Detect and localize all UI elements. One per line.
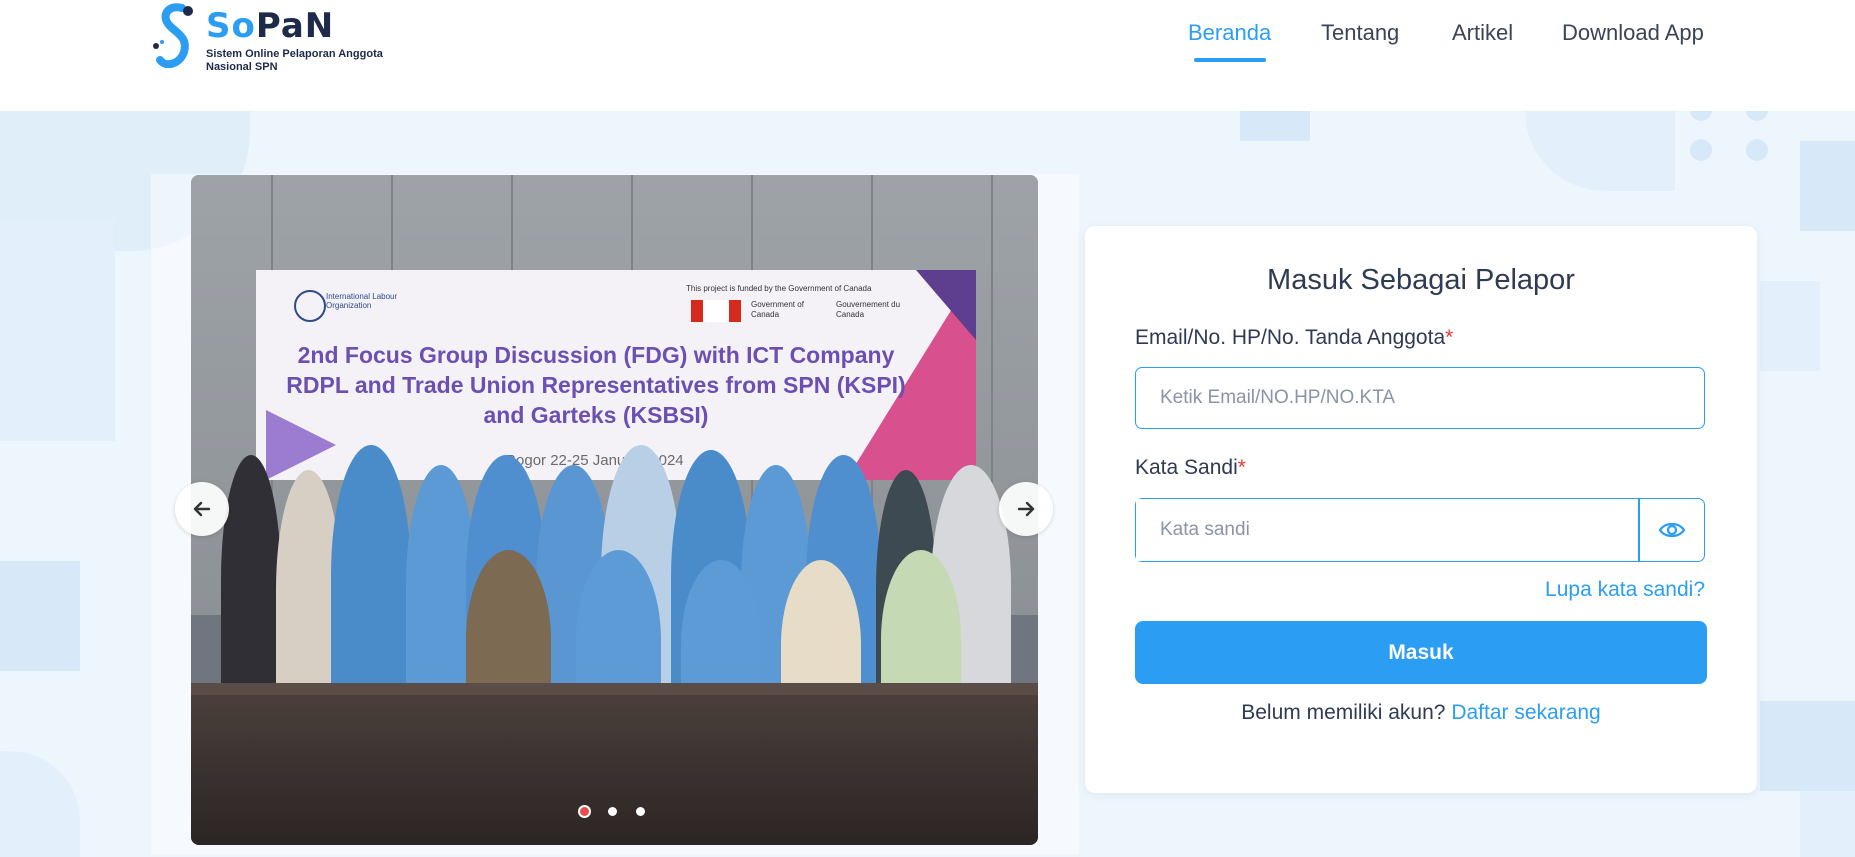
arrow-right-icon <box>1017 501 1035 517</box>
decor-shape <box>1760 701 1855 791</box>
decor-shape <box>0 751 80 857</box>
banner-gov-fr: Gouvernement du Canada <box>836 300 901 319</box>
banner-org-text: International Labour Organization <box>326 292 398 310</box>
eye-icon <box>1658 522 1685 538</box>
decor-shape <box>1800 791 1855 857</box>
login-title: Masuk Sebagai Pelapor <box>1267 264 1575 296</box>
logo-wordmark: SoPaN <box>206 6 335 46</box>
ilo-emblem-icon <box>294 290 326 322</box>
password-label: Kata Sandi* <box>1135 456 1246 479</box>
carousel-slide: International Labour Organization This p… <box>191 175 1038 845</box>
nav-active-indicator <box>1194 58 1266 62</box>
register-prompt: Belum memiliki akun? Daftar sekarang <box>1241 701 1601 724</box>
decor-dot <box>1690 111 1712 121</box>
logo-mark-icon <box>153 3 193 69</box>
sopan-logo[interactable]: SoPaN Sistem Online Pelaporan Anggota Na… <box>148 2 388 78</box>
photo-person <box>221 455 281 705</box>
identity-input[interactable] <box>1136 368 1704 428</box>
banner-gov-en: Government of Canada <box>751 300 804 319</box>
decor-shape <box>0 561 80 671</box>
toggle-password-button[interactable] <box>1638 498 1705 562</box>
decor-dot <box>1690 139 1712 161</box>
site-header: SoPaN Sistem Online Pelaporan Anggota Na… <box>0 0 1855 111</box>
login-submit-button[interactable]: Masuk <box>1135 621 1707 684</box>
decor-dot <box>1746 139 1768 161</box>
carousel-next-button[interactable] <box>999 482 1053 536</box>
password-input-wrapper[interactable] <box>1135 498 1640 562</box>
nav-artikel[interactable]: Artikel <box>1452 20 1513 46</box>
login-card: Masuk Sebagai Pelapor Email/No. HP/No. T… <box>1085 226 1757 793</box>
carousel-dot[interactable] <box>580 807 589 816</box>
photo-table <box>191 695 1038 845</box>
nav-tentang[interactable]: Tentang <box>1321 20 1399 46</box>
password-field <box>1135 498 1705 562</box>
logo-tagline: Sistem Online Pelaporan Anggota Nasional… <box>206 48 383 73</box>
canada-flag-icon <box>691 300 741 322</box>
photo-person <box>331 445 411 705</box>
carousel-dot[interactable] <box>636 807 645 816</box>
decor-dot <box>1746 111 1768 121</box>
decor-shape <box>1525 111 1675 191</box>
identity-label: Email/No. HP/No. Tanda Anggota* <box>1135 326 1454 349</box>
identity-field[interactable] <box>1135 367 1705 429</box>
register-link[interactable]: Daftar sekarang <box>1451 701 1600 724</box>
password-input[interactable] <box>1136 499 1639 561</box>
carousel-prev-button[interactable] <box>175 482 229 536</box>
banner-title: 2nd Focus Group Discussion (FDG) with IC… <box>286 342 906 428</box>
arrow-left-icon <box>193 501 211 517</box>
banner-funding-text: This project is funded by the Government… <box>686 284 872 293</box>
decor-shape <box>0 221 115 441</box>
forgot-password-link[interactable]: Lupa kata sandi? <box>1545 578 1705 602</box>
decor-shape <box>1240 111 1310 141</box>
carousel-dot[interactable] <box>608 807 617 816</box>
decor-shape <box>1760 281 1820 371</box>
decor-shape <box>1800 141 1855 231</box>
nav-beranda[interactable]: Beranda <box>1188 20 1271 46</box>
nav-download-app[interactable]: Download App <box>1562 20 1704 46</box>
